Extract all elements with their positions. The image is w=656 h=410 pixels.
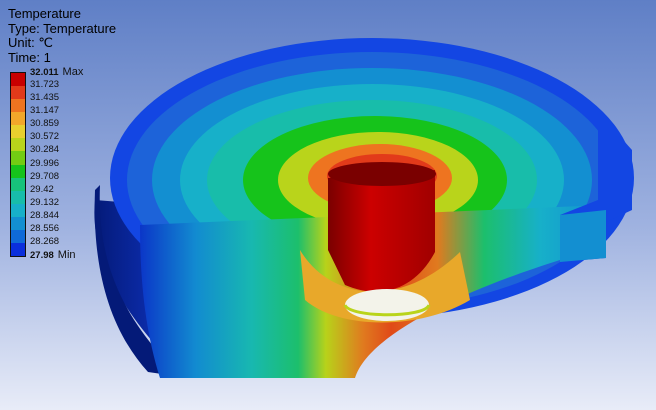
legend-swatch: [11, 112, 25, 126]
result-type: Type: Temperature: [8, 20, 117, 36]
color-legend[interactable]: 32.011 Max 31.723 31.435 31.147 30.859 30.572 3…: [10, 66, 110, 262]
legend-value: 30.859: [30, 118, 60, 130]
legend-swatch: [11, 125, 25, 139]
hot-core: [328, 170, 435, 292]
legend-swatch: [11, 86, 25, 100]
legend-swatch: [11, 164, 25, 179]
result-title: Temperature: [8, 6, 81, 21]
legend-swatch: [11, 216, 25, 231]
right-end-face: [560, 210, 606, 262]
legend-value: 30.284: [30, 144, 60, 156]
legend-swatch: [11, 151, 25, 165]
legend-value: 29.996: [30, 157, 60, 169]
legend-value: 31.723: [30, 79, 60, 91]
result-unit: Unit: ℃: [8, 35, 53, 50]
legend-value: 28.844: [30, 209, 60, 221]
legend-swatch: [11, 138, 25, 152]
legend-value: 29.42: [30, 183, 54, 195]
3d-viewport[interactable]: Temperature Type: Temperature Unit: ℃ Ti…: [0, 0, 656, 410]
legend-max-tag: Max: [62, 66, 84, 78]
result-time: Time: 1: [8, 49, 51, 65]
legend-swatch: [11, 242, 25, 257]
legend-value: 29.708: [30, 170, 60, 182]
legend-value: 29.132: [30, 196, 60, 208]
legend-swatch: [11, 73, 25, 87]
legend-value: 28.556: [30, 222, 60, 234]
result-header: Temperature Type: Temperature Unit: ℃ Ti…: [8, 6, 117, 65]
legend-value: 31.147: [30, 105, 60, 117]
legend-value: 30.572: [30, 131, 60, 143]
legend-swatch: [11, 203, 25, 218]
legend-value: 27.98 Min: [30, 249, 76, 261]
legend-color-bar: [10, 72, 26, 257]
legend-value: 32.011 Max: [30, 66, 84, 78]
legend-swatch: [11, 177, 25, 192]
legend-value: 31.435: [30, 92, 60, 104]
legend-min-tag: Min: [57, 249, 76, 261]
legend-value: 28.268: [30, 235, 60, 247]
legend-swatch: [11, 190, 25, 205]
legend-swatch: [11, 229, 25, 244]
core-top: [328, 162, 436, 186]
legend-swatch: [11, 99, 25, 113]
